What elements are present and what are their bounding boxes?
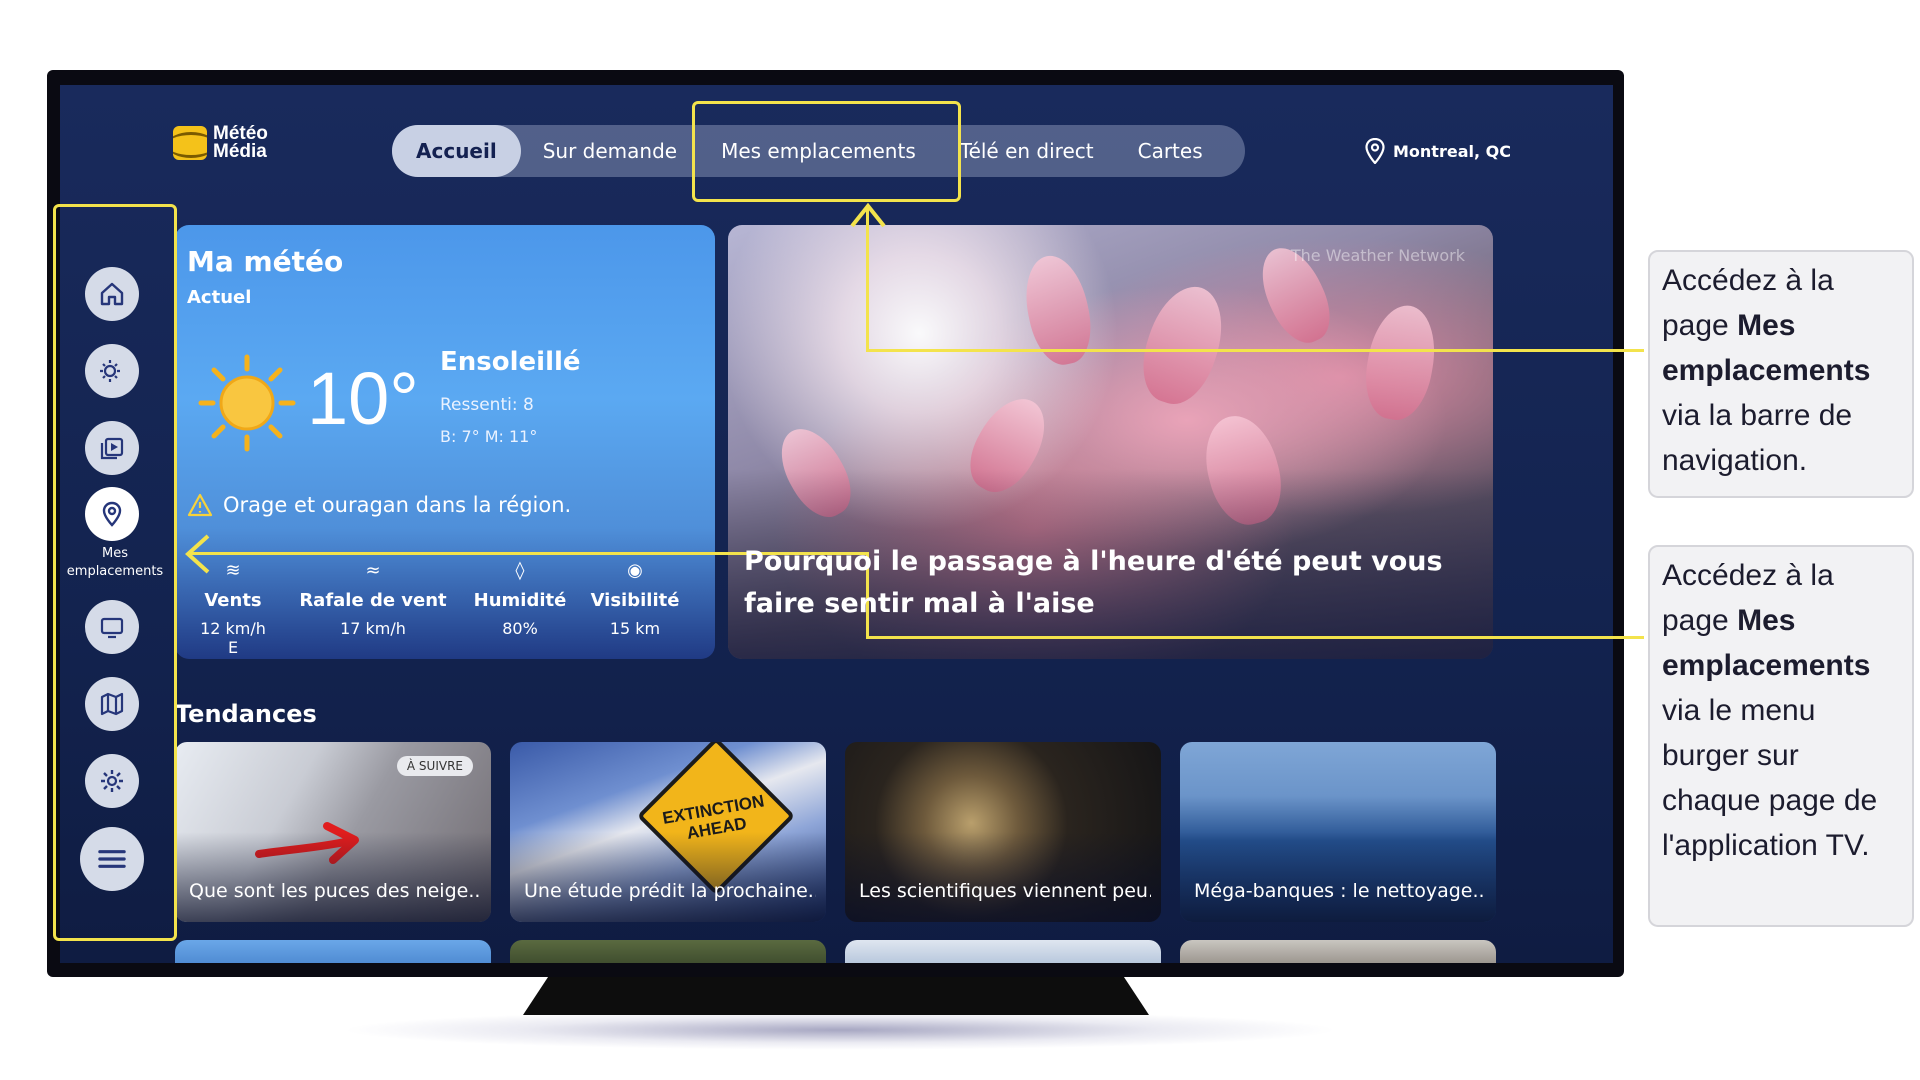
highlight-sidebar — [53, 204, 177, 941]
weather-card-subtitle: Actuel — [187, 287, 252, 308]
stat-value: 17 km/h — [340, 619, 406, 638]
trend-card-partial[interactable] — [510, 940, 826, 963]
tv-screen: Météo Média Accueil Sur demande Mes empl… — [60, 85, 1613, 963]
magnolia-petal — [1194, 407, 1292, 533]
location-selector[interactable]: Montreal, QC — [1365, 138, 1511, 164]
arrow-up-icon — [850, 202, 886, 228]
trend-card[interactable]: Méga-banques : le nettoyage... — [1180, 742, 1496, 922]
red-arrow-icon — [255, 822, 359, 864]
trend-caption: Les scientifiques viennent peu... — [859, 880, 1151, 902]
watermark: The Weather Network — [1290, 246, 1465, 265]
trend-caption: Une étude prédit la prochaine... — [524, 880, 816, 902]
meteo-media-logo[interactable]: Météo Média — [173, 124, 268, 162]
eye-icon: ◉ — [627, 560, 643, 581]
tv-stand — [523, 977, 1149, 1015]
stat-gust: ≈ Rafale de vent 17 km/h — [293, 560, 453, 638]
trend-card-partial[interactable] — [175, 940, 491, 963]
connector-line — [866, 636, 1644, 639]
magnolia-petal — [1358, 300, 1443, 425]
gust-icon: ≈ — [365, 560, 381, 581]
stat-value: 80% — [502, 619, 538, 638]
sun-icon — [198, 354, 296, 452]
status-badge: À SUIVRE — [396, 756, 473, 776]
stat-visibility: ◉ Visibilité 15 km — [580, 560, 690, 638]
weather-card-title: Ma météo — [187, 245, 344, 278]
feels-like: Ressenti: 8 — [440, 395, 534, 415]
callout-text: via la barre de navigation. — [1662, 399, 1853, 477]
stat-label: Vents — [204, 590, 262, 611]
weather-alert-text: Orage et ouragan dans la région. — [223, 493, 572, 517]
magnolia-petal — [1131, 277, 1235, 413]
magnolia-petal — [767, 417, 864, 528]
stat-label: Rafale de vent — [299, 590, 447, 611]
drop-icon: ◊ — [515, 560, 525, 581]
logo-mark-icon — [173, 126, 207, 160]
trend-card[interactable]: EXTINCTION AHEAD Une étude prédit la pro… — [510, 742, 826, 922]
hero-title: Pourquoi le passage à l'heure d'été peut… — [744, 546, 1443, 619]
tab-sur-demande[interactable]: Sur demande — [521, 125, 699, 177]
trend-card[interactable]: Les scientifiques viennent peu... — [845, 742, 1161, 922]
stat-humidity: ◊ Humidité 80% — [470, 560, 570, 638]
warning-icon — [187, 493, 213, 517]
hero-video-card[interactable]: The Weather Network Pourquoi le passage … — [728, 225, 1493, 659]
tab-cartes[interactable]: Cartes — [1116, 125, 1225, 177]
stat-value: 15 km — [609, 619, 661, 638]
stat-label: Visibilité — [590, 590, 680, 611]
callout-top-nav: Accédez à la page Mes emplacements via l… — [1648, 250, 1914, 498]
current-weather-card[interactable]: Ma météo Actuel 10° Ensoleillé Ressenti:… — [175, 225, 715, 659]
trends-heading: Tendances — [175, 700, 317, 728]
weather-condition: Ensoleillé — [440, 347, 581, 377]
tab-accueil[interactable]: Accueil — [392, 125, 521, 177]
trend-card[interactable]: À SUIVRE Que sont les puces des neige... — [175, 742, 491, 922]
magnolia-petal — [957, 386, 1059, 504]
trend-caption: Méga-banques : le nettoyage... — [1194, 880, 1486, 902]
highlight-top-nav-mes-emplacements — [692, 101, 961, 202]
stat-value: 12 km/h E — [200, 619, 266, 657]
location-label: Montreal, QC — [1393, 141, 1511, 161]
arrow-left-icon — [185, 534, 210, 574]
high-low-temp: B: 7° M: 11° — [440, 427, 538, 446]
magnolia-petal — [1017, 249, 1099, 371]
stat-label: Humidité — [473, 590, 567, 611]
connector-line — [866, 349, 1644, 352]
current-temperature: 10° — [307, 357, 419, 440]
callout-text: via le menu burger sur chaque page de l'… — [1662, 694, 1878, 862]
callout-burger-menu: Accédez à la page Mes emplacements via l… — [1648, 545, 1914, 927]
stat-wind: ≋ Vents 12 km/h E — [193, 560, 273, 657]
location-pin-icon — [1365, 138, 1385, 164]
weather-alert[interactable]: Orage et ouragan dans la région. — [187, 493, 571, 517]
trend-card-partial[interactable] — [845, 940, 1161, 963]
trend-card-partial[interactable] — [1180, 940, 1496, 963]
trend-caption: Que sont les puces des neige... — [189, 880, 481, 902]
tab-tele-en-direct[interactable]: Télé en direct — [938, 125, 1116, 177]
logo-line-2: Média — [213, 141, 267, 162]
tv-stand-shadow — [340, 1010, 1340, 1050]
